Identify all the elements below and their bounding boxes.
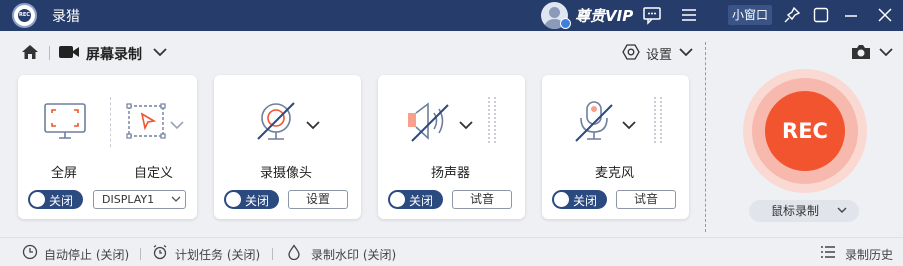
chevron-down-icon[interactable] (678, 46, 694, 58)
chevron-down-icon[interactable] (621, 119, 637, 131)
microphone-card: 麦克风 关闭 试音 (542, 75, 689, 219)
display-select[interactable]: DISPLAY1 (93, 190, 186, 209)
video-camera-icon (59, 46, 79, 58)
title-bar: REC 录猎 尊贵VIP 小窗口 (0, 0, 903, 31)
chevron-down-icon[interactable] (305, 119, 321, 131)
camera-label: 录摄像头 (260, 166, 313, 181)
panel-divider (705, 42, 706, 232)
camera-toggle[interactable]: 关闭 (224, 190, 279, 209)
mouse-record-label: 鼠标录制 (771, 204, 820, 218)
mouse-record-dropdown[interactable]: 鼠标录制 (749, 200, 859, 222)
watermark-button[interactable]: 录制水印 (关闭) (311, 246, 396, 263)
speaker-card: 扬声器 关闭 试音 (378, 75, 525, 219)
bottom-divider (272, 248, 273, 260)
screen-toggle[interactable]: 关闭 (28, 190, 83, 209)
pin-icon[interactable] (782, 5, 802, 25)
watermark-drop-icon (288, 244, 300, 260)
mini-window-button[interactable]: 小窗口 (728, 5, 772, 25)
restore-icon[interactable] (811, 5, 831, 25)
auto-stop-button[interactable]: 自动停止 (关闭) (44, 246, 129, 263)
camera-card: 录摄像头 关闭 设置 (214, 75, 361, 219)
webcam-off-icon[interactable] (254, 99, 298, 143)
close-icon[interactable] (875, 5, 895, 25)
record-mode-dropdown[interactable]: 屏幕录制 (86, 44, 142, 64)
chevron-down-icon[interactable] (458, 119, 474, 131)
menu-icon[interactable] (679, 5, 699, 25)
message-icon[interactable] (642, 5, 662, 25)
record-history-button[interactable]: 录制历史 (845, 246, 893, 263)
fullscreen-label[interactable]: 全屏 (51, 162, 77, 181)
bottom-bar: 自动停止 (关闭) 计划任务 (关闭) 录制水印 (关闭) 录制历史 (0, 237, 903, 266)
rec-button[interactable]: REC (765, 91, 845, 171)
fullscreen-monitor-icon[interactable] (43, 102, 87, 142)
gear-icon[interactable] (622, 43, 640, 61)
speaker-toggle[interactable]: 关闭 (388, 190, 443, 209)
screen-card: 全屏 自定义 关闭 DISPLAY1 (18, 75, 197, 219)
scheduled-task-button[interactable]: 计划任务 (关闭) (175, 246, 260, 263)
vip-check-icon (560, 18, 571, 29)
custom-region-icon[interactable] (125, 102, 169, 142)
screen-card-divider (110, 97, 111, 147)
settings-button[interactable]: 设置 (646, 44, 672, 63)
chevron-down-icon (837, 207, 847, 213)
microphone-label: 麦克风 (595, 166, 635, 181)
chevron-down-icon (171, 196, 181, 202)
minimize-icon[interactable] (841, 5, 861, 25)
bottom-divider (140, 248, 141, 260)
clock-icon (22, 244, 38, 260)
home-icon[interactable] (21, 43, 39, 61)
microphone-toggle[interactable]: 关闭 (552, 190, 607, 209)
speaker-off-icon[interactable] (406, 99, 452, 143)
camera-screenshot-icon[interactable] (850, 43, 872, 61)
camera-settings-button[interactable]: 设置 (288, 190, 348, 209)
custom-label[interactable]: 自定义 (134, 162, 173, 181)
microphone-test-button[interactable]: 试音 (616, 190, 676, 209)
speaker-label: 扬声器 (431, 166, 471, 181)
speaker-test-button[interactable]: 试音 (452, 190, 512, 209)
chevron-down-icon[interactable] (169, 119, 185, 131)
volume-meter-icon (488, 97, 496, 143)
app-title: 录猎 (52, 9, 80, 25)
microphone-off-icon[interactable] (572, 99, 616, 143)
list-icon (821, 246, 835, 258)
vip-label[interactable]: 尊贵VIP (575, 5, 633, 26)
mic-level-meter-icon (654, 97, 662, 143)
alarm-clock-icon (153, 244, 167, 260)
toolbar-divider (49, 46, 50, 60)
chevron-down-icon[interactable] (152, 46, 168, 58)
chevron-down-icon[interactable] (878, 46, 894, 58)
app-logo-icon: REC (12, 3, 37, 28)
